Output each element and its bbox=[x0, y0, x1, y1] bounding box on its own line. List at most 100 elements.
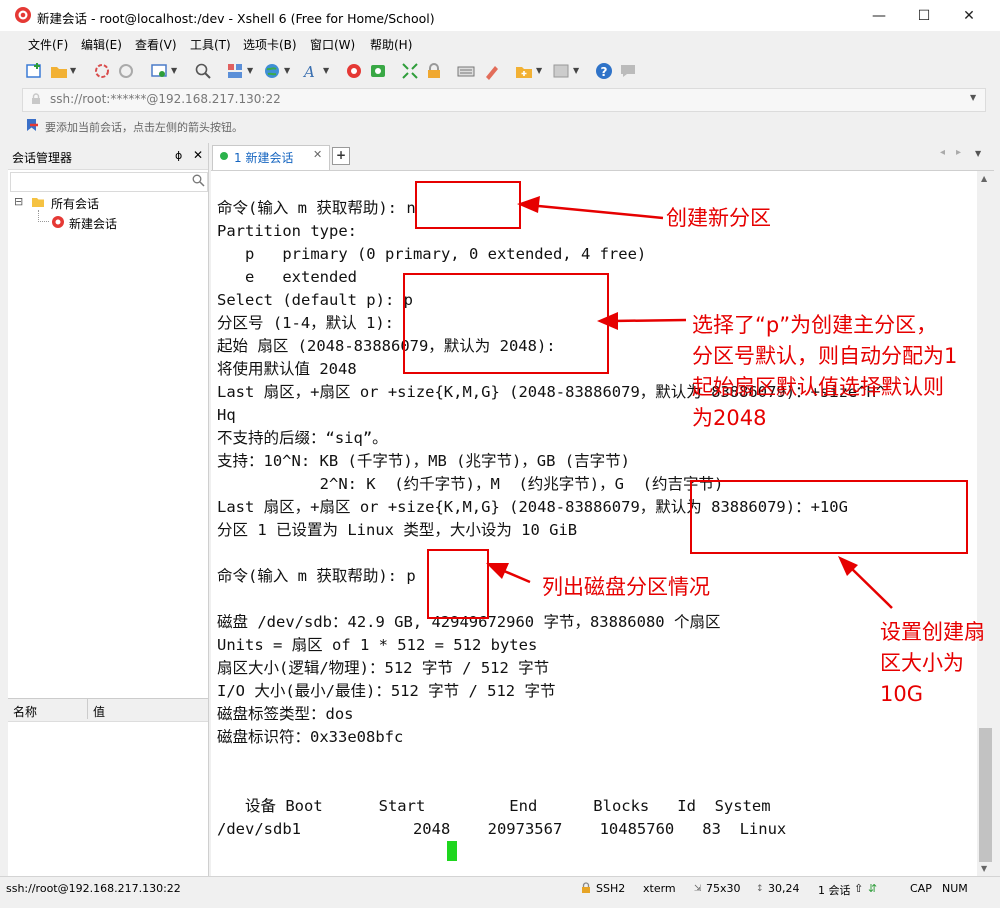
terminal-line: 将使用默认值 2048 bbox=[217, 360, 357, 378]
annotation-list-partitions: 列出磁盘分区情况 bbox=[542, 575, 710, 599]
terminal-line: Units = 扇区 of 1 * 512 = 512 bytes bbox=[217, 636, 538, 654]
menu-tab[interactable]: 选项卡(B) bbox=[243, 36, 297, 53]
annotation-create-partition: 创建新分区 bbox=[666, 206, 771, 230]
svg-text:A: A bbox=[302, 63, 315, 80]
reconnect-icon[interactable] bbox=[93, 62, 111, 80]
terminal-line: 分区号 (1-4，默认 1): bbox=[217, 314, 394, 332]
minimize-button[interactable]: — bbox=[856, 0, 902, 31]
fullscreen-icon[interactable] bbox=[401, 62, 419, 80]
folder-icon bbox=[32, 198, 44, 207]
find-icon[interactable] bbox=[194, 62, 212, 80]
terminal-line: /dev/sdb1 2048 20973567 10485760 83 Linu… bbox=[217, 820, 787, 838]
xftp-icon[interactable] bbox=[369, 62, 387, 80]
terminal-line: 2^N: K (约千字节)，M (约兆字节)，G (约吉字节) bbox=[217, 475, 724, 493]
status-size: 75x30 bbox=[706, 882, 741, 895]
svg-text:?: ? bbox=[601, 65, 608, 79]
add-session-arrow-icon[interactable] bbox=[25, 118, 39, 132]
font-dropdown-icon[interactable]: ▼ bbox=[323, 66, 329, 75]
session-manager-title: 会话管理器 bbox=[12, 151, 73, 165]
keyboard-icon[interactable] bbox=[457, 62, 475, 80]
ssh-lock-icon bbox=[582, 882, 590, 893]
properties-dropdown-icon[interactable]: ▼ bbox=[171, 66, 177, 75]
maximize-button[interactable]: ☐ bbox=[901, 0, 947, 31]
session-search-input[interactable] bbox=[10, 172, 208, 192]
open-dropdown-icon[interactable]: ▼ bbox=[70, 66, 76, 75]
pin-icon[interactable]: ɸ bbox=[175, 149, 182, 162]
menu-help[interactable]: 帮助(H) bbox=[370, 36, 412, 53]
help-icon[interactable]: ? bbox=[595, 62, 613, 80]
open-folder-icon[interactable] bbox=[50, 62, 68, 80]
tab-scroll-right-icon[interactable]: ▸ bbox=[956, 147, 961, 158]
scroll-down-icon[interactable]: ▼ bbox=[981, 864, 987, 873]
layout-icon[interactable] bbox=[226, 62, 244, 80]
terminal-line: 支持：10^N: KB (千字节)，MB (兆字节)，GB (吉字节) bbox=[217, 452, 630, 470]
tab-list-dropdown-icon[interactable]: ▼ bbox=[975, 149, 981, 158]
close-window-button[interactable]: ✕ bbox=[946, 0, 992, 31]
status-up-icon: ⇧ bbox=[854, 882, 864, 895]
new-folder-icon[interactable] bbox=[515, 62, 533, 80]
position-icon: ↕ bbox=[756, 884, 764, 894]
status-terminal-type: xterm bbox=[643, 882, 676, 895]
tree-item-all-sessions[interactable]: 所有会话 bbox=[51, 195, 99, 212]
terminal-line: 扇区大小(逻辑/物理)：512 字节 / 512 字节 bbox=[217, 659, 550, 677]
properties-icon[interactable] bbox=[150, 62, 168, 80]
lock-icon[interactable] bbox=[425, 62, 443, 80]
layout-dropdown-icon[interactable]: ▼ bbox=[247, 66, 253, 75]
menu-edit[interactable]: 编辑(E) bbox=[81, 36, 122, 53]
connected-status-icon bbox=[220, 152, 228, 160]
properties-name-column: 名称 bbox=[13, 705, 38, 719]
column-divider bbox=[87, 699, 88, 719]
add-tab-button[interactable]: + bbox=[332, 147, 350, 165]
tab-close-icon[interactable]: ✕ bbox=[313, 148, 322, 161]
terminal-line: 设备 Boot Start End Blocks Id System bbox=[217, 797, 771, 815]
tab-scroll-left-icon[interactable]: ◂ bbox=[940, 147, 945, 158]
globe-dropdown-icon[interactable]: ▼ bbox=[284, 66, 290, 75]
xshell-logo-icon bbox=[15, 7, 31, 23]
hint-text: 要添加当前会话，点击左侧的箭头按钮。 bbox=[45, 121, 243, 134]
address-value[interactable]: ssh://root:******@192.168.217.130:22 bbox=[50, 92, 281, 106]
tabs-dropdown-icon[interactable]: ▼ bbox=[573, 66, 579, 75]
lock-small-icon bbox=[32, 93, 40, 104]
size-icon: ⇲ bbox=[694, 884, 702, 894]
annotation-set-size: 设置创建扇 区大小为 10G bbox=[880, 620, 985, 706]
terminal-line: e extended bbox=[217, 268, 357, 286]
search-icon[interactable] bbox=[192, 174, 205, 187]
session-tabs-icon[interactable] bbox=[552, 62, 570, 80]
disconnect-icon[interactable] bbox=[117, 62, 135, 80]
annotation-box-p bbox=[427, 549, 489, 619]
status-caps: CAP bbox=[910, 882, 932, 895]
menu-view[interactable]: 查看(V) bbox=[135, 36, 177, 53]
terminal-line: 不支持的后缀：“siq”。 bbox=[217, 429, 388, 447]
scroll-up-icon[interactable]: ▲ bbox=[981, 174, 987, 183]
status-num: NUM bbox=[942, 882, 968, 895]
xshell-icon[interactable] bbox=[345, 62, 363, 80]
menu-file[interactable]: 文件(F) bbox=[28, 36, 68, 53]
menu-window[interactable]: 窗口(W) bbox=[310, 36, 355, 53]
terminal-line: 磁盘标识符：0x33e08bfc bbox=[217, 728, 404, 746]
status-position: 30,24 bbox=[768, 882, 800, 895]
font-icon[interactable]: A bbox=[302, 62, 320, 80]
annotation-box-primary bbox=[403, 273, 609, 374]
new-session-icon[interactable] bbox=[25, 62, 43, 80]
session-icon bbox=[52, 216, 64, 228]
address-dropdown-icon[interactable]: ▼ bbox=[970, 93, 976, 102]
terminal-line: 命令(输入 m 获取帮助): p bbox=[217, 567, 416, 585]
tab-label[interactable]: 1 新建会话 bbox=[234, 149, 293, 166]
globe-icon[interactable] bbox=[263, 62, 281, 80]
menu-tools[interactable]: 工具(T) bbox=[190, 36, 231, 53]
tree-item-new-session[interactable]: 新建会话 bbox=[69, 215, 117, 232]
folder-dropdown-icon[interactable]: ▼ bbox=[536, 66, 542, 75]
scrollbar-thumb[interactable] bbox=[979, 728, 992, 862]
properties-header bbox=[8, 698, 208, 722]
tree-expander-icon[interactable]: ⊟ bbox=[14, 195, 23, 208]
annotation-box-size bbox=[690, 480, 968, 554]
annotation-select-primary: 选择了“p”为创建主分区， 分区号默认，则自动分配为1 起始扇区默认值选择默认则… bbox=[692, 313, 958, 430]
terminal-line: Select (default p): p bbox=[217, 291, 413, 309]
terminal-line: Partition type: bbox=[217, 222, 357, 240]
window-title: 新建会话 - root@localhost:/dev - Xshell 6 (F… bbox=[37, 11, 435, 26]
panel-close-icon[interactable]: ✕ bbox=[193, 148, 203, 162]
chat-icon[interactable] bbox=[619, 62, 637, 80]
highlight-icon[interactable] bbox=[483, 62, 501, 80]
terminal-line: Hq bbox=[217, 406, 236, 424]
terminal-cursor bbox=[447, 841, 457, 861]
